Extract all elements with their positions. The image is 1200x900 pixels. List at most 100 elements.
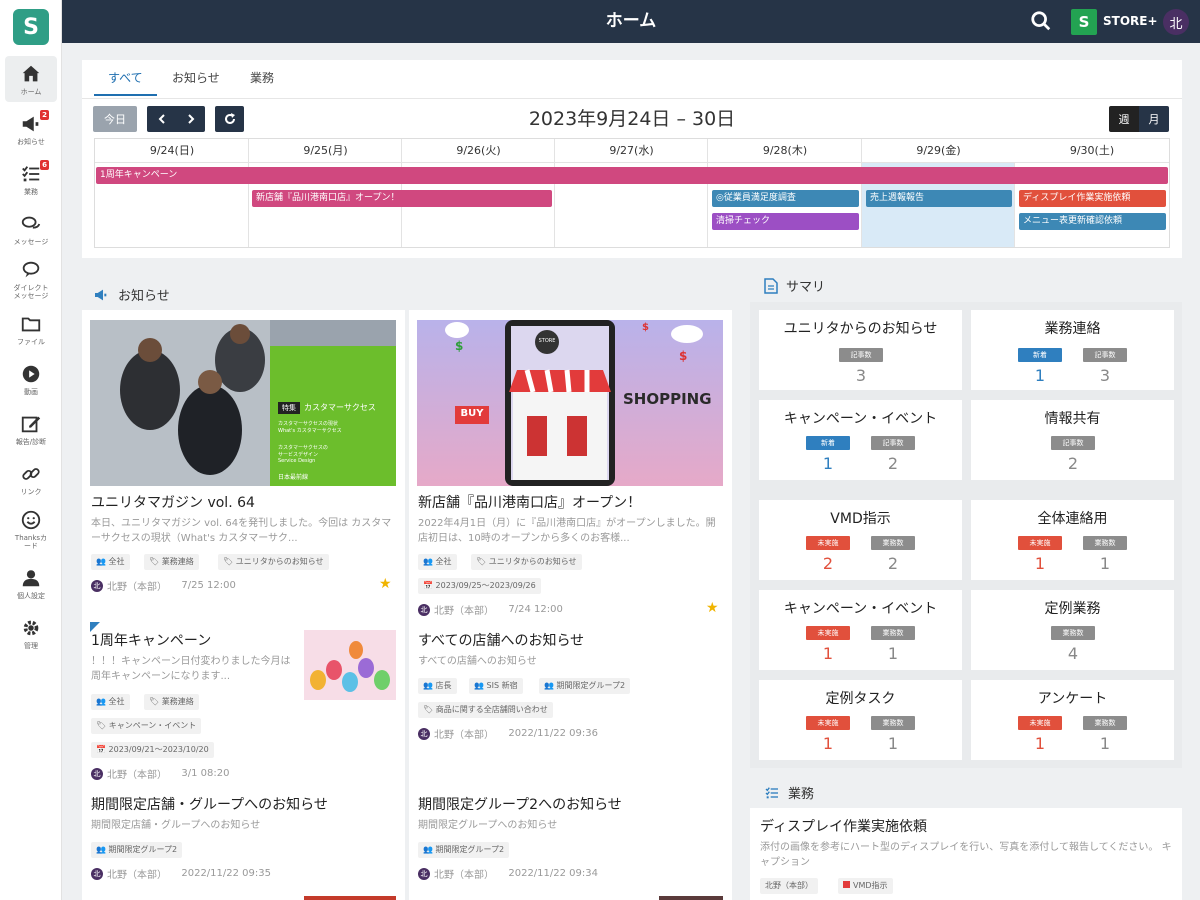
summary-count: 1 [887, 734, 899, 753]
favorite-star-icon[interactable]: ★ [379, 576, 392, 592]
calendar-event[interactable]: メニュー表更新確認依頼 [1019, 213, 1166, 230]
summary-count: 1 [822, 734, 834, 753]
image-shopping-label: SHOPPING [623, 390, 712, 408]
news-card-title[interactable]: すべての店舗へのお知らせ [418, 630, 724, 650]
gear-icon [23, 620, 39, 635]
summary-heading-label: サマリ [786, 280, 826, 295]
summary-box[interactable]: 定例業務 業務数 4 [971, 590, 1174, 670]
sidebar-item-home[interactable]: ホーム [5, 56, 57, 102]
sidebar-item-personal-settings[interactable]: 個人設定 [5, 560, 57, 606]
summary-box[interactable]: ユニリタからのお知らせ 記事数 3 [759, 310, 962, 390]
author-avatar: 北 [91, 579, 103, 592]
category-tag: 🏷 キャンペーン・イベント [91, 718, 202, 734]
summary-pill: 記事数 [1083, 348, 1127, 362]
news-card-title[interactable]: 期間限定グループ2へのお知らせ [418, 794, 724, 814]
summary-box[interactable]: VMD指示 未実施 2 業務数 2 [759, 500, 962, 580]
summary-box[interactable]: 業務連絡 新着 1 記事数 3 [971, 310, 1174, 390]
checklist-icon [22, 165, 40, 181]
sidebar-item-reports[interactable]: 報告/診断 [5, 406, 57, 452]
tab-tasks[interactable]: 業務 [236, 60, 288, 96]
image-caption: サービスデザイン [278, 452, 319, 458]
news-card-excerpt: ！！！キャンペーン日付変わりました今月は周年キャンペーンになります... [91, 656, 291, 682]
summary-count: 1 [1034, 734, 1046, 753]
summary-pill: 未実施 [806, 536, 850, 550]
summary-box-title: 全体連絡用 [1037, 511, 1108, 527]
summary-box[interactable]: 全体連絡用 未実施 1 業務数 1 [971, 500, 1174, 580]
news-card-title[interactable]: 1周年キャンペーン [91, 630, 291, 650]
app-logo[interactable]: S [13, 9, 49, 45]
news-column-right: $ $ $ SHOPPING BUY STORE 新店舗『品川港南口店』オープン… [409, 310, 732, 900]
summary-box-title: 定例タスク [825, 691, 896, 707]
summary-box-title: VMD指示 [830, 511, 891, 527]
category-tag: 🏷 業務連絡 [144, 694, 199, 710]
news-card[interactable]: すべての店舗へのお知らせ すべての店舗へのお知らせ 👥 店長 👥 SIS 新宿 … [409, 622, 732, 746]
sidebar-item-messages[interactable]: メッセージ [5, 206, 57, 252]
summary-pill: 業務数 [1051, 626, 1095, 640]
summary-pill: 新着 [1018, 348, 1062, 362]
news-card-title[interactable]: 新店舗『品川港南口店』オープン！ [418, 492, 724, 512]
audience-tag: 👥 期間限定グループ2 [418, 842, 510, 858]
calendar-event[interactable]: 新店舗『品川港南口店』オープン！ [252, 190, 552, 207]
sidebar-item-label: 個人設定 [17, 591, 45, 600]
sidebar-item-links[interactable]: リンク [5, 456, 57, 502]
news-card-title[interactable]: 期間限定店舗・グループへのお知らせ [91, 794, 397, 814]
calendar-event[interactable]: ディスプレイ作業実施依頼 [1019, 190, 1166, 207]
sidebar-item-files[interactable]: ファイル [5, 306, 57, 352]
summary-count: 1 [1034, 554, 1046, 573]
news-card[interactable]: 特集 カスタマーサクセス カスタマーサクセスの現状 What's カスタマーサク… [82, 310, 405, 606]
search-icon[interactable] [1030, 10, 1052, 32]
calendar-event[interactable]: 清掃チェック [712, 213, 859, 230]
week-view-button[interactable]: 週 [1109, 106, 1139, 132]
summary-panel: ユニリタからのお知らせ 記事数 3 業務連絡 新着 1 記事数 3 キャンペーン… [750, 302, 1182, 768]
month-view-button[interactable]: 月 [1139, 106, 1169, 132]
task-title[interactable]: ディスプレイ作業実施依頼 [760, 816, 1172, 836]
audience-tag: 👥 期間限定グループ2 [539, 678, 631, 694]
next-card-image-edge [304, 896, 396, 900]
news-card[interactable]: 期間限定グループ2へのお知らせ 期間限定グループへのお知らせ 👥 期間限定グルー… [409, 786, 732, 886]
favorite-star-icon[interactable]: ★ [706, 600, 719, 616]
summary-box[interactable]: アンケート 未実施 1 業務数 1 [971, 680, 1174, 760]
store-label[interactable]: STORE+ [1103, 0, 1158, 43]
sidebar-item-direct-messages[interactable]: ダイレクト メッセージ [5, 256, 57, 302]
sidebar-item-admin[interactable]: 管理 [5, 610, 57, 656]
summary-box[interactable]: キャンペーン・イベント 新着 1 記事数 2 [759, 400, 962, 480]
svg-text:$: $ [455, 339, 463, 353]
avatar[interactable]: 北 [1163, 9, 1189, 35]
tasks-heading: 業務 [764, 783, 814, 802]
sidebar-item-tasks[interactable]: 業務 6 [5, 156, 57, 202]
summary-count: 1 [822, 454, 834, 473]
news-card-title[interactable]: ユニリタマガジン vol. 64 [91, 492, 397, 512]
period-tag: 📅 2023/09/25～2023/09/26 [418, 578, 541, 594]
sidebar-item-notices[interactable]: お知らせ 2 [5, 106, 57, 152]
task-author: 北野（本部） [760, 878, 818, 894]
summary-box-title: キャンペーン・イベント [783, 411, 938, 427]
sidebar-item-videos[interactable]: 動画 [5, 356, 57, 402]
calendar-event[interactable]: 売上週報報告 [866, 190, 1012, 207]
summary-box-title: アンケート [1037, 691, 1108, 707]
category-tag: 🏷 ユニリタからのお知らせ [471, 554, 582, 570]
summary-pill: 未実施 [806, 716, 850, 730]
sidebar-item-thanks-card[interactable]: Thanksカ ード [5, 506, 57, 552]
home-icon [22, 65, 40, 81]
checklist-icon [765, 786, 778, 798]
news-card[interactable]: $ $ $ SHOPPING BUY STORE 新店舗『品川港南口店』オープン… [409, 310, 732, 622]
summary-box[interactable]: 定例タスク 未実施 1 業務数 1 [759, 680, 962, 760]
tab-divider [82, 98, 1182, 99]
summary-box-title: 定例業務 [1044, 601, 1101, 617]
tab-notices[interactable]: お知らせ [158, 60, 234, 96]
calendar-event[interactable]: ◎従業員満足度調査 [712, 190, 859, 207]
image-caption: カスタマーサクセスの現状 [278, 421, 338, 427]
summary-count: 1 [1034, 366, 1046, 385]
summary-box-title: 情報共有 [1044, 411, 1101, 427]
summary-pill: 記事数 [1051, 436, 1095, 450]
summary-box[interactable]: 情報共有 記事数 2 [971, 400, 1174, 480]
summary-box[interactable]: キャンペーン・イベント 未実施 1 業務数 1 [759, 590, 962, 670]
store-icon[interactable]: S [1071, 9, 1097, 35]
summary-count: 3 [1099, 366, 1111, 385]
calendar-event[interactable]: 1周年キャンペーン [96, 167, 1168, 184]
task-item[interactable]: ディスプレイ作業実施依頼 添付の画像を参考にハート型のディスプレイを行い、写真を… [750, 808, 1182, 900]
news-card[interactable]: 期間限定店舗・グループへのお知らせ 期間限定店舗・グループへのお知らせ 👥 期間… [82, 786, 405, 886]
image-caption: カスタマーサクセスの [278, 445, 328, 451]
tab-all[interactable]: すべて [94, 60, 157, 96]
news-card[interactable]: 1周年キャンペーン ！！！キャンペーン日付変わりました今月は周年キャンペーンにな… [82, 622, 405, 782]
